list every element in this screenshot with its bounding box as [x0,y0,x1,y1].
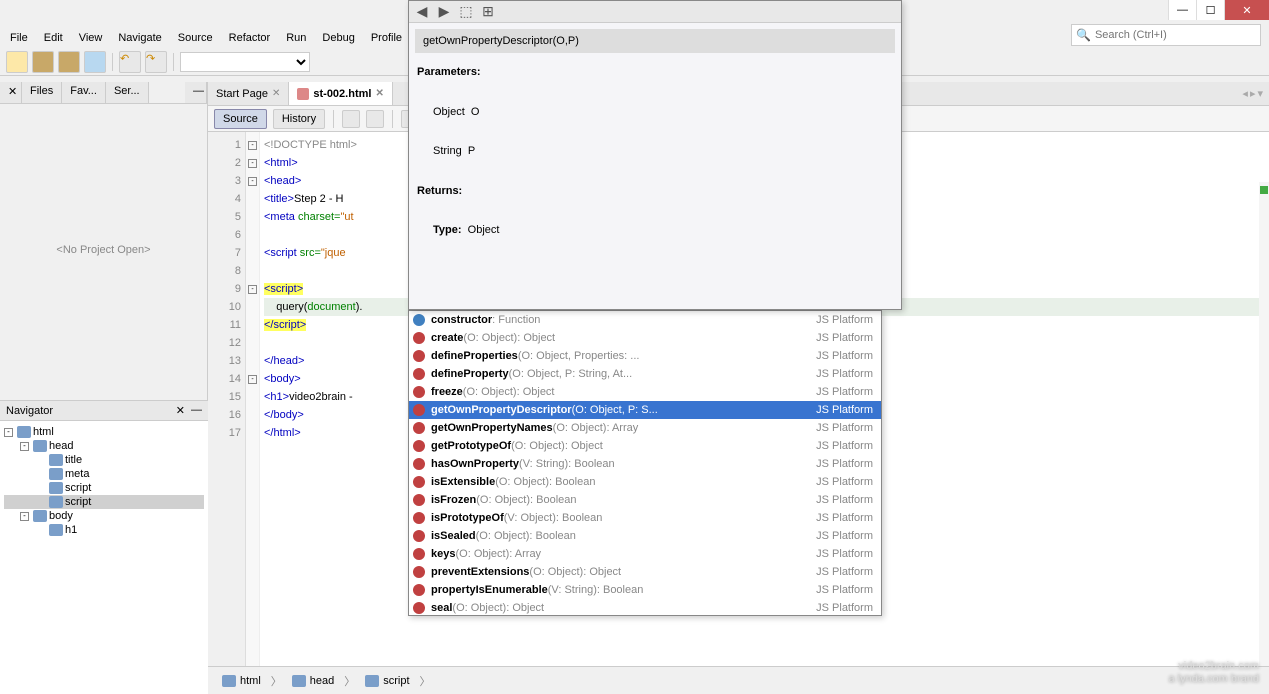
nav-node-script[interactable]: script [4,481,204,495]
navigator-title: Navigator [6,405,53,417]
navigator-close-icon[interactable]: ✕ [176,404,185,417]
menu-edit[interactable]: Edit [38,30,69,46]
autocomplete-item[interactable]: keys(O: Object): ArrayJS Platform [409,545,881,563]
redo-button[interactable]: ↷ [145,51,167,73]
tag-icon [222,675,236,687]
tab-next-icon[interactable]: ▸ [1250,87,1256,100]
tab-start-page[interactable]: Start Page ✕ [208,82,289,105]
breadcrumb: html 〉 head 〉 script 〉 [208,666,1269,694]
return-row: Type: Object [417,221,893,241]
search-input[interactable] [1095,29,1256,41]
autocomplete-item[interactable]: hasOwnProperty(V: String): BooleanJS Pla… [409,455,881,473]
history-view-button[interactable]: History [273,109,325,129]
menu-refactor[interactable]: Refactor [223,30,277,46]
autocomplete-item[interactable]: getPrototypeOf(O: Object): ObjectJS Plat… [409,437,881,455]
autocomplete-item[interactable]: defineProperty(O: Object, P: String, At.… [409,365,881,383]
close-button[interactable]: ✕ [1224,0,1269,20]
no-project-label: <No Project Open> [0,244,207,256]
nav-node-html[interactable]: - html [4,425,204,439]
breadcrumb-item[interactable]: html [216,673,267,689]
undo-button[interactable]: ↶ [119,51,141,73]
autocomplete-item[interactable]: create(O: Object): ObjectJS Platform [409,329,881,347]
breadcrumb-item[interactable]: head [286,673,340,689]
doc-signature: getOwnPropertyDescriptor(O,P) [415,29,895,53]
param-row: String P [433,145,475,157]
doc-back-icon[interactable]: ◀ [413,3,431,21]
tab-label: st-002.html [313,88,371,100]
breadcrumb-item[interactable]: script [359,673,415,689]
nav-node-body[interactable]: - body [4,509,204,523]
sidebar-minimize[interactable]: — [185,82,207,103]
nav-node-meta[interactable]: meta [4,467,204,481]
autocomplete-popup[interactable]: constructor: FunctionJS Platformcreate(O… [408,310,882,616]
global-search[interactable]: 🔍 [1071,24,1261,46]
maximize-button[interactable]: ☐ [1196,0,1224,20]
chevron-right-icon: 〉 [420,673,431,689]
autocomplete-item[interactable]: constructor: FunctionJS Platform [409,311,881,329]
navigator-panel: Navigator ✕ — - html- head title meta sc… [0,400,208,694]
save-all-button[interactable] [84,51,106,73]
open-button[interactable] [58,51,80,73]
doc-forward-icon[interactable]: ▶ [435,3,453,21]
left-sidebar: ✕ Files Fav... Ser... — <No Project Open… [0,82,208,694]
autocomplete-item[interactable]: preventExtensions(O: Object): ObjectJS P… [409,563,881,581]
tag-icon [292,675,306,687]
nav-node-h1[interactable]: h1 [4,523,204,537]
menu-file[interactable]: File [4,30,34,46]
chevron-right-icon: 〉 [271,673,282,689]
params-label: Parameters: [417,63,893,83]
nav-node-head[interactable]: - head [4,439,204,453]
tag-icon [365,675,379,687]
error-strip[interactable] [1259,182,1269,666]
sidebar-tab-services[interactable]: Ser... [106,82,149,103]
watermark: video2brain.com a lynda.com brand [1169,660,1260,686]
tab-list-icon[interactable]: ▾ [1257,87,1263,100]
autocomplete-item[interactable]: seal(O: Object): ObjectJS Platform [409,599,881,615]
menu-debug[interactable]: Debug [316,30,360,46]
tab-close-icon[interactable]: ✕ [272,88,280,99]
autocomplete-item[interactable]: propertyIsEnumerable(V: String): Boolean… [409,581,881,599]
returns-label: Returns: [417,182,893,202]
navigator-minimize-icon[interactable]: — [191,404,202,417]
autocomplete-item[interactable]: freeze(O: Object): ObjectJS Platform [409,383,881,401]
menu-profile[interactable]: Profile [365,30,408,46]
error-marker[interactable] [1260,186,1268,194]
tab-prev-icon[interactable]: ◂ [1242,87,1248,100]
search-icon: 🔍 [1076,28,1091,42]
new-project-button[interactable] [32,51,54,73]
source-view-button[interactable]: Source [214,109,267,129]
autocomplete-item[interactable]: getOwnPropertyDescriptor(O: Object, P: S… [409,401,881,419]
autocomplete-item[interactable]: defineProperties(O: Object, Properties: … [409,347,881,365]
new-file-button[interactable] [6,51,28,73]
autocomplete-item[interactable]: getOwnPropertyNames(O: Object): ArrayJS … [409,419,881,437]
documentation-popup: ◀ ▶ ⬚ ⊞ getOwnPropertyDescriptor(O,P) Pa… [408,0,902,310]
chevron-right-icon: 〉 [344,673,355,689]
doc-external-icon[interactable]: ⬚ [457,3,475,21]
html-file-icon [297,88,309,100]
autocomplete-item[interactable]: isExtensible(O: Object): BooleanJS Platf… [409,473,881,491]
minimize-button[interactable]: — [1168,0,1196,20]
editor-tool-button[interactable] [366,110,384,128]
tab-close-icon[interactable]: ✕ [375,88,383,99]
menu-navigate[interactable]: Navigate [112,30,167,46]
param-row: Object O [433,106,479,118]
menu-source[interactable]: Source [172,30,219,46]
config-combo[interactable] [180,52,310,72]
doc-browser-icon[interactable]: ⊞ [479,3,497,21]
nav-node-title[interactable]: title [4,453,204,467]
sidebar-close[interactable]: ✕ [0,82,22,103]
menu-run[interactable]: Run [280,30,312,46]
menu-view[interactable]: View [73,30,109,46]
editor-tool-button[interactable] [342,110,360,128]
autocomplete-item[interactable]: isPrototypeOf(V: Object): BooleanJS Plat… [409,509,881,527]
tab-label: Start Page [216,88,268,100]
nav-node-script[interactable]: script [4,495,204,509]
sidebar-tab-favorites[interactable]: Fav... [62,82,106,103]
tab-st-002[interactable]: st-002.html ✕ [289,82,392,105]
sidebar-tab-files[interactable]: Files [22,82,62,103]
autocomplete-item[interactable]: isSealed(O: Object): BooleanJS Platform [409,527,881,545]
autocomplete-item[interactable]: isFrozen(O: Object): BooleanJS Platform [409,491,881,509]
